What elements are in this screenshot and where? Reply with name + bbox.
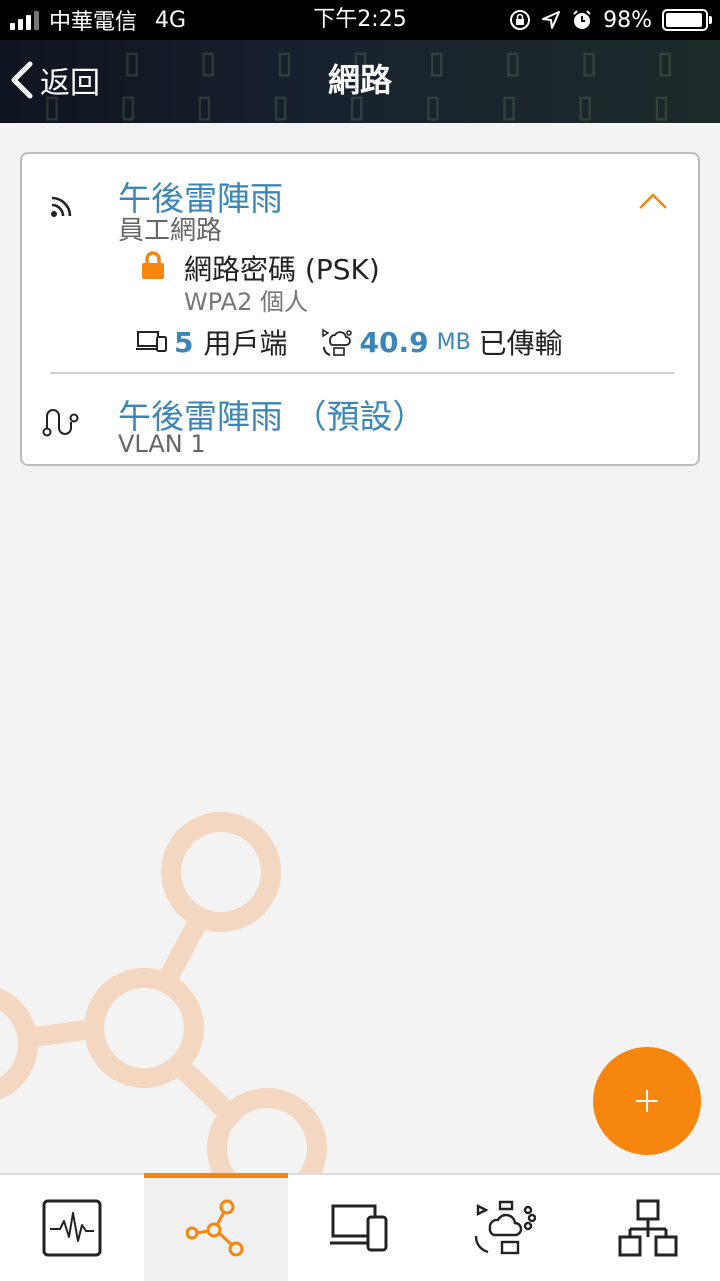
network-card: 午後雷陣雨 員工網路 網路密碼 (PSK) WPA2 個人 5 用戶端 40.9… <box>20 152 700 466</box>
lock-icon <box>142 251 164 279</box>
ssid-stats: 5 用戶端 40.9 MB 已傳輸 <box>136 322 563 362</box>
tab-clients[interactable] <box>432 1175 576 1281</box>
location-arrow-icon <box>542 11 561 29</box>
nav-header: ▯ ▯ ▯ ▯ ▯ ▯ ▯ ▯ ▯ ▯ ▯ ▯ ▯ ▯ ▯ ▯ ▯ ▯ ▯ 返回… <box>0 40 720 123</box>
transfer-cloud-icon <box>321 328 352 356</box>
signal-strength-icon <box>10 10 39 30</box>
tab-devices[interactable] <box>288 1175 432 1281</box>
tab-monitor[interactable] <box>0 1175 144 1281</box>
clients-label: 用戶端 <box>203 327 288 360</box>
alarm-icon <box>573 10 591 29</box>
card-divider <box>50 372 674 374</box>
topology-icon <box>618 1199 678 1257</box>
network-nodes-icon <box>186 1199 244 1257</box>
battery-percent: 98% <box>603 7 652 33</box>
devices-icon <box>330 1204 388 1252</box>
battery-icon <box>662 9 712 31</box>
carrier-name: 中華電信 <box>49 10 138 35</box>
network-nodes-decoration <box>0 812 327 1180</box>
tab-topology[interactable] <box>576 1175 720 1281</box>
transfer-label: 已傳輸 <box>478 327 563 360</box>
bottom-tab-bar <box>0 1173 720 1281</box>
wifi-signal-icon <box>51 196 72 217</box>
transfer-value: 40.9 <box>359 325 429 359</box>
vlan-cable-icon <box>42 409 79 437</box>
chevron-up-icon[interactable] <box>638 192 668 210</box>
vlan-subtitle: VLAN 1 <box>118 430 206 458</box>
network-type: 4G <box>155 7 187 33</box>
activity-monitor-icon <box>42 1199 102 1257</box>
transfer-unit: MB <box>436 329 471 355</box>
chevron-left-icon <box>11 61 33 99</box>
cloud-services-icon <box>474 1200 536 1255</box>
devices-small-icon <box>136 331 167 352</box>
ssid-subtitle: 員工網路 <box>118 216 223 246</box>
plus-icon <box>636 1090 658 1112</box>
clients-count: 5 <box>174 325 194 359</box>
security-type: WPA2 個人 <box>184 288 308 316</box>
back-label: 返回 <box>40 66 100 101</box>
orientation-lock-icon <box>510 10 531 30</box>
back-button[interactable]: 返回 <box>8 56 100 104</box>
tab-networks[interactable] <box>144 1173 288 1281</box>
header-background-pattern: ▯ ▯ ▯ ▯ ▯ ▯ ▯ ▯ ▯ ▯ ▯ ▯ ▯ ▯ ▯ ▯ ▯ ▯ ▯ <box>40 40 720 123</box>
add-network-button[interactable] <box>593 1047 701 1155</box>
status-bar: 中華電信 4G 下午2:25 98% <box>0 0 720 40</box>
